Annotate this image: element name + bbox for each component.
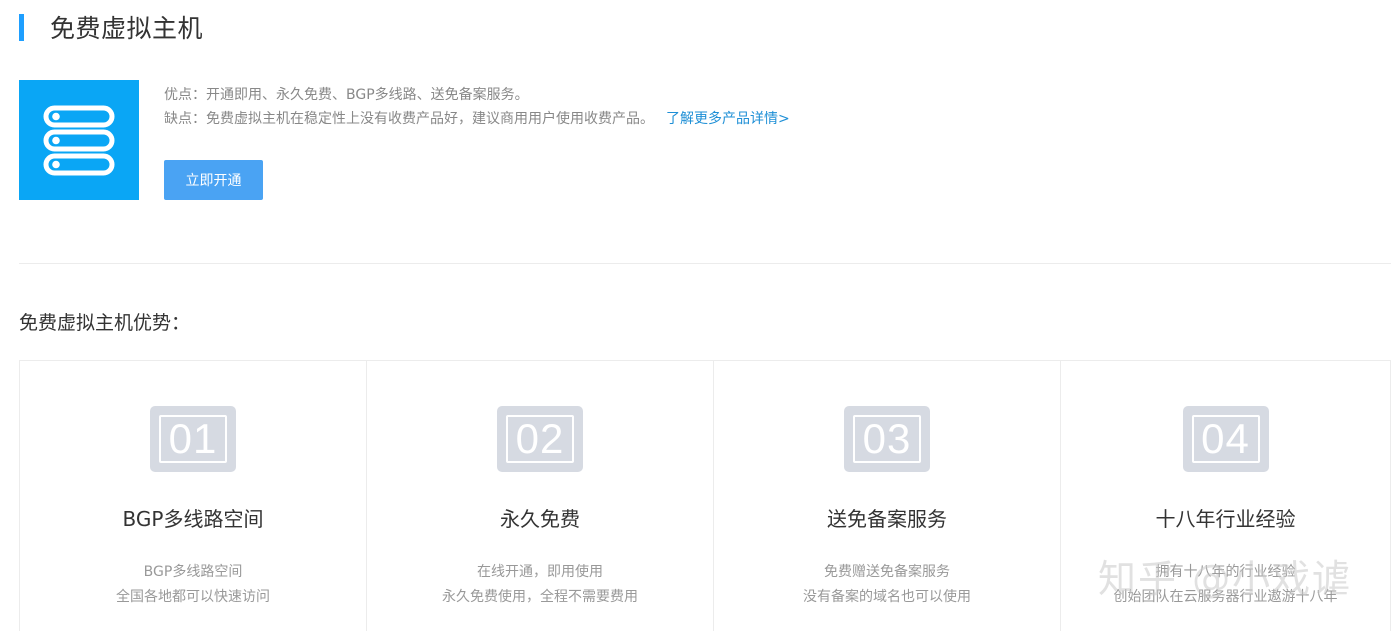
advantage-desc-line2: 创始团队在云服务器行业遨游十八年 — [1113, 589, 1338, 605]
advantage-card-2: 02 永久免费 在线开通，即用使用 永久免费使用，全程不需要费用 — [367, 361, 714, 631]
server-stack-icon — [19, 80, 139, 200]
number-tile: 02 — [497, 406, 583, 472]
advantage-desc-line1: 拥有十八年的行业经验 — [1155, 564, 1296, 580]
number-tile: 01 — [150, 406, 236, 472]
number-tile: 04 — [1182, 406, 1269, 472]
advantage-card-1: 01 BGP多线路空间 BGP多线路空间 全国各地都可以快速访问 — [20, 361, 367, 631]
product-description: 优点：开通即用、永久免费、BGP多线路、送免备案服务。 缺点：免费虚拟主机在稳定… — [164, 83, 790, 131]
advantage-desc-line1: 免费赠送免备案服务 — [824, 564, 950, 580]
title-accent-bar — [19, 13, 24, 41]
number-tile: 03 — [844, 406, 930, 472]
open-now-button[interactable]: 立即开通 — [164, 160, 263, 200]
section-divider — [19, 263, 1391, 264]
advantage-title: BGP多线路空间 — [122, 507, 264, 531]
cons-line: 缺点：免费虚拟主机在稳定性上没有收费产品好，建议商用用户使用收费产品。 了解更多产… — [164, 107, 790, 131]
pros-text: 优点：开通即用、永久免费、BGP多线路、送免备案服务。 — [164, 87, 529, 103]
cons-text: 缺点：免费虚拟主机在稳定性上没有收费产品好，建议商用用户使用收费产品。 — [164, 111, 654, 127]
advantage-card-4: 04 十八年行业经验 拥有十八年的行业经验 创始团队在云服务器行业遨游十八年 — [1061, 361, 1391, 631]
advantage-title: 送免备案服务 — [827, 507, 947, 531]
advantage-desc-line1: 在线开通，即用使用 — [477, 564, 603, 580]
page-title: 免费虚拟主机 — [50, 14, 204, 43]
advantage-card-3: 03 送免备案服务 免费赠送免备案服务 没有备案的域名也可以使用 — [714, 361, 1061, 631]
advantage-desc-line2: 全国各地都可以快速访问 — [116, 589, 270, 605]
advantages-grid: 01 BGP多线路空间 BGP多线路空间 全国各地都可以快速访问 02 永久免费… — [19, 360, 1391, 631]
more-details-link[interactable]: 了解更多产品详情> — [666, 111, 790, 127]
advantages-title: 免费虚拟主机优势： — [19, 312, 191, 334]
advantage-desc-line2: 没有备案的域名也可以使用 — [803, 589, 971, 605]
advantage-title: 十八年行业经验 — [1155, 507, 1296, 531]
advantage-desc-line1: BGP多线路空间 — [143, 564, 243, 580]
advantage-desc-line2: 永久免费使用，全程不需要费用 — [442, 589, 638, 605]
advantage-title: 永久免费 — [500, 507, 580, 531]
page-header: 免费虚拟主机 — [19, 12, 204, 43]
